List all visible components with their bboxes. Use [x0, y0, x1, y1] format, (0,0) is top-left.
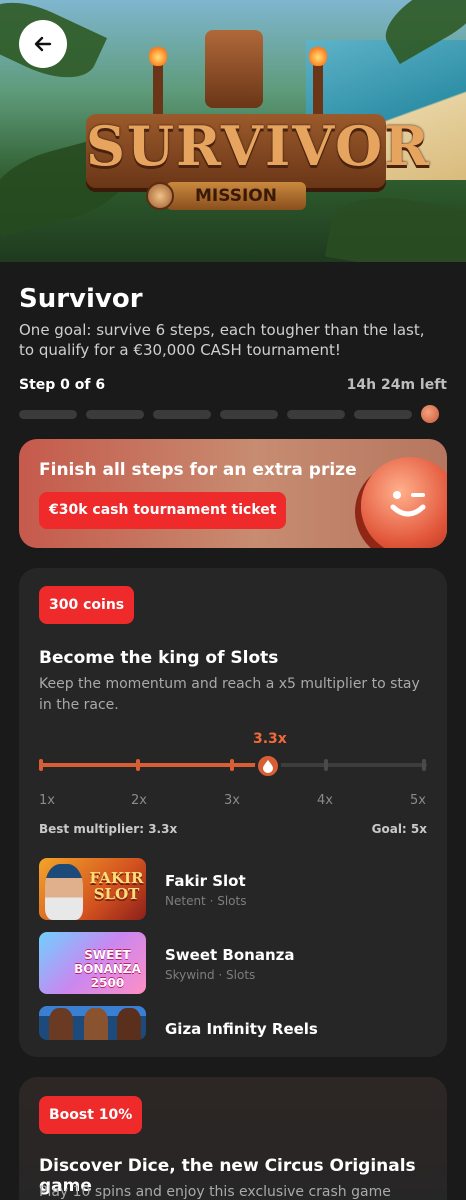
game-item[interactable]: Giza Infinity Reels	[39, 1006, 429, 1057]
medal-icon	[146, 182, 174, 210]
step-title: Become the king of Slots	[39, 648, 279, 668]
tick-label: 5x	[410, 793, 426, 808]
multiplier-slider: 3.3x	[39, 723, 429, 779]
extra-prize-card: Finish all steps for an extra prize €30k…	[19, 439, 447, 548]
game-thumbnail	[39, 1006, 146, 1040]
smile-icon	[390, 491, 426, 517]
slider-tick	[324, 759, 328, 771]
step-card: 300 coins Become the king of Slots Keep …	[19, 568, 447, 1057]
hero-banner: SURVIVOR MISSION	[0, 0, 466, 262]
slider-knob	[255, 753, 281, 779]
tick-label: 3x	[224, 793, 240, 808]
page-title: Survivor	[19, 284, 143, 314]
flame	[149, 44, 167, 66]
prize-ticket-badge: €30k cash tournament ticket	[39, 492, 287, 529]
step-description: Keep the momentum and reach a x5 multipl…	[39, 676, 420, 713]
tick-label: 4x	[317, 793, 333, 808]
slider-tick	[39, 759, 43, 771]
step-description: Play 10 spins and enjoy this exclusive c…	[39, 1184, 391, 1200]
game-name: Sweet Bonanza	[165, 946, 295, 964]
arrow-left-icon	[34, 36, 52, 52]
game-thumbnail: FAKIR SLOT	[39, 858, 146, 920]
goal-multiplier: Goal: 5x	[371, 822, 427, 836]
tick-label: 2x	[131, 793, 147, 808]
step-card: Boost 10% Discover Dice, the new Circus …	[19, 1077, 447, 1200]
character	[49, 1008, 73, 1040]
coin-icon	[361, 457, 447, 548]
prize-heading: Finish all steps for an extra prize	[39, 460, 357, 480]
logo-sub: MISSION	[166, 182, 306, 210]
fakir-illustration	[45, 864, 83, 920]
progress-segment	[153, 409, 211, 419]
back-button[interactable]	[19, 20, 67, 68]
progress-segment	[287, 409, 345, 419]
game-name: Giza Infinity Reels	[165, 1020, 318, 1038]
reward-badge: 300 coins	[39, 586, 135, 624]
thumb-title: SWEET BONANZA 2500	[74, 948, 141, 990]
thumb-title: FAKIR SLOT	[89, 869, 144, 903]
progress-segment	[220, 409, 278, 419]
best-multiplier: Best multiplier: 3.3x	[39, 822, 178, 836]
game-meta: Skywind · Slots	[165, 968, 256, 982]
reward-badge: Boost 10%	[39, 1096, 143, 1134]
slider-tick	[230, 759, 234, 771]
step-counter: Step 0 of 6	[19, 377, 106, 393]
slider-tick	[136, 759, 140, 771]
game-name: Fakir Slot	[165, 872, 246, 890]
character	[117, 1008, 141, 1040]
survivor-logo: SURVIVOR MISSION	[86, 100, 432, 210]
time-left: 14h 24m left	[346, 377, 447, 393]
current-multiplier: 3.3x	[253, 731, 287, 747]
slider-fill	[39, 763, 269, 767]
step-progress	[19, 405, 447, 423]
slider-tick	[422, 759, 426, 771]
game-thumbnail: SWEET BONANZA 2500	[39, 932, 146, 994]
game-item[interactable]: SWEET BONANZA 2500 Sweet Bonanza Skywind…	[39, 932, 429, 994]
mission-description: One goal: survive 6 steps, each tougher …	[19, 321, 425, 359]
flame-icon	[263, 760, 273, 773]
game-meta: Netent · Slots	[165, 894, 247, 908]
logo-word: SURVIVOR	[86, 114, 432, 178]
coin-icon	[421, 405, 439, 423]
progress-segment	[19, 409, 77, 419]
progress-segment	[86, 409, 144, 419]
totem	[205, 30, 263, 108]
multiplier-tick-labels: 1x 2x 3x 4x 5x	[33, 793, 433, 809]
game-item[interactable]: FAKIR SLOT Fakir Slot Netent · Slots	[39, 858, 429, 920]
character	[84, 1008, 108, 1040]
progress-segment	[354, 409, 412, 419]
flame	[309, 44, 327, 66]
tick-label: 1x	[39, 793, 55, 808]
